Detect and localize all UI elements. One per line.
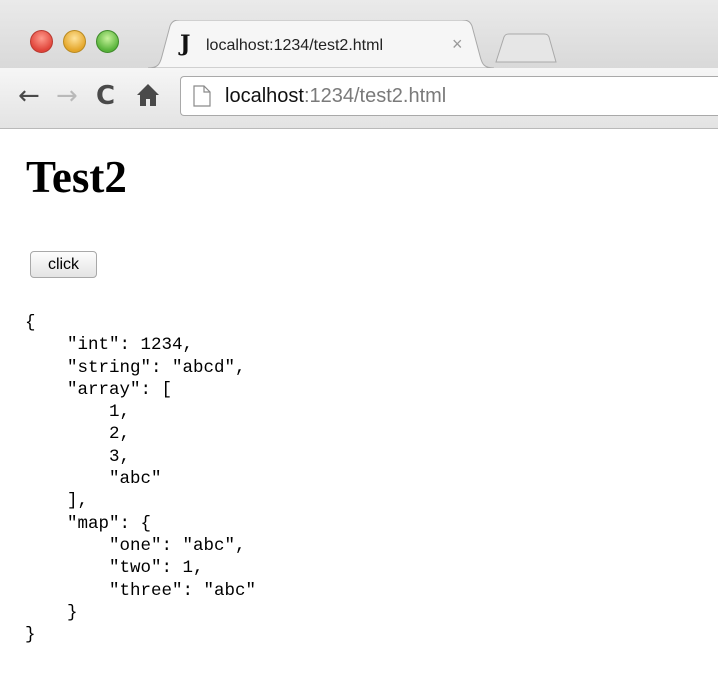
url-host: localhost [225, 85, 304, 107]
url-text: localhost:1234/test2.html [225, 85, 446, 107]
tab-close-icon[interactable]: × [452, 34, 463, 54]
url-path: :1234/test2.html [303, 85, 447, 107]
maximize-window-icon[interactable] [96, 30, 119, 53]
page-content: Test2 click { "int": 1234, "string": "ab… [0, 129, 718, 699]
json-output: { "int": 1234, "string": "abcd", "array"… [25, 313, 257, 646]
toolbar: ← → C localhost:1234/test2.html [0, 68, 718, 129]
home-icon-glyph [137, 84, 159, 106]
new-tab-button[interactable] [494, 33, 558, 63]
address-bar[interactable]: localhost:1234/test2.html [180, 76, 718, 116]
tab-strip: J localhost:1234/test2.html × [0, 0, 718, 68]
tab-active[interactable]: J localhost:1234/test2.html × [148, 20, 494, 68]
close-window-icon[interactable] [30, 30, 53, 53]
favicon-icon: J [180, 31, 191, 57]
browser-window: J localhost:1234/test2.html × ← → C loca… [0, 0, 718, 699]
page-icon [193, 85, 211, 107]
forward-icon[interactable]: → [56, 82, 78, 110]
home-icon[interactable] [136, 82, 160, 114]
minimize-window-icon[interactable] [63, 30, 86, 53]
reload-icon[interactable]: C [96, 82, 115, 110]
page-title: Test2 [26, 152, 127, 202]
tab-title: localhost:1234/test2.html [206, 37, 383, 54]
click-button[interactable]: click [30, 251, 97, 278]
back-icon[interactable]: ← [18, 82, 40, 110]
